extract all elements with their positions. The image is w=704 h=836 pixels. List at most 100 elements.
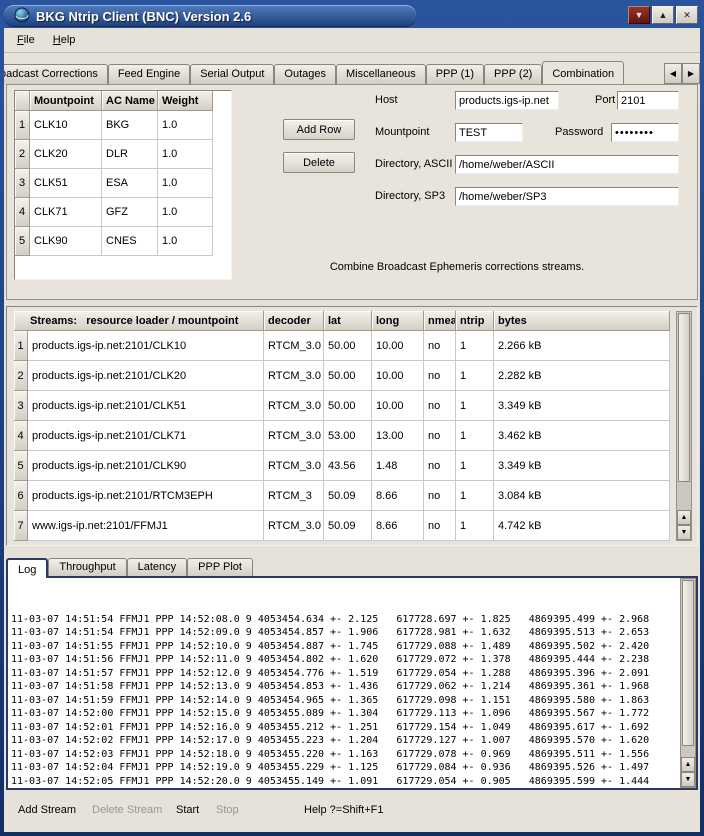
tab-ppp-plot[interactable]: PPP Plot xyxy=(187,558,253,576)
col-decoder[interactable]: decoder xyxy=(264,311,324,331)
stream-row[interactable]: 6 products.igs-ip.net:2101/RTCM3EPH RTCM… xyxy=(14,481,671,511)
tab-throughput[interactable]: Throughput xyxy=(48,558,126,576)
cell-mountpoint[interactable]: CLK71 xyxy=(30,198,102,227)
combination-row[interactable]: 4 CLK71 GFZ 1.0 xyxy=(15,198,231,227)
cell-mountpoint[interactable]: CLK90 xyxy=(30,227,102,256)
mountpoint-input[interactable] xyxy=(455,123,523,142)
cell-mountpoint[interactable]: CLK51 xyxy=(30,169,102,198)
maximize-icon[interactable]: ▲ xyxy=(652,6,674,24)
cell-lat[interactable]: 43.56 xyxy=(324,451,372,481)
cell-mountpoint[interactable]: CLK10 xyxy=(30,111,102,140)
cell-long[interactable]: 8.66 xyxy=(372,481,424,511)
cell-stream-name[interactable]: www.igs-ip.net:2101/FFMJ1 xyxy=(28,511,264,541)
titlebar[interactable]: BKG Ntrip Client (BNC) Version 2.6 ▼ ▲ ✕ xyxy=(4,4,700,28)
cell-decoder[interactable]: RTCM_3.0 xyxy=(264,511,324,541)
directory-sp3-input[interactable] xyxy=(455,187,679,206)
cell-weight[interactable]: 1.0 xyxy=(158,169,213,198)
stream-row[interactable]: 5 products.igs-ip.net:2101/CLK90 RTCM_3.… xyxy=(14,451,671,481)
scroll-up-icon[interactable]: ▲ xyxy=(681,757,695,772)
cell-ac-name[interactable]: GFZ xyxy=(102,198,158,227)
cell-stream-name[interactable]: products.igs-ip.net:2101/RTCM3EPH xyxy=(28,481,264,511)
col-mountpoint[interactable]: Mountpoint xyxy=(30,91,102,111)
cell-nmea[interactable]: no xyxy=(424,421,456,451)
combination-row[interactable]: 3 CLK51 ESA 1.0 xyxy=(15,169,231,198)
cell-ntrip[interactable]: 1 xyxy=(456,331,494,361)
cell-long[interactable]: 10.00 xyxy=(372,331,424,361)
cell-stream-name[interactable]: products.igs-ip.net:2101/CLK51 xyxy=(28,391,264,421)
log-output[interactable]: 11-03-07 14:51:54 FFMJ1 PPP 14:52:08.0 9… xyxy=(6,576,698,790)
tab-feed-engine[interactable]: Feed Engine xyxy=(108,64,190,84)
col-ac-name[interactable]: AC Name xyxy=(102,91,158,111)
stream-row[interactable]: 1 products.igs-ip.net:2101/CLK10 RTCM_3.… xyxy=(14,331,671,361)
cell-weight[interactable]: 1.0 xyxy=(158,111,213,140)
cell-long[interactable]: 13.00 xyxy=(372,421,424,451)
cell-ntrip[interactable]: 1 xyxy=(456,511,494,541)
streams-scrollbar[interactable]: ▲ ▼ xyxy=(676,311,692,541)
cell-nmea[interactable]: no xyxy=(424,511,456,541)
tab-log[interactable]: Log xyxy=(6,558,48,578)
log-scrollbar[interactable]: ▲ ▼ xyxy=(680,578,696,788)
cell-decoder[interactable]: RTCM_3.0 xyxy=(264,421,324,451)
start-button[interactable]: Start xyxy=(176,804,199,816)
cell-weight[interactable]: 1.0 xyxy=(158,227,213,256)
stream-row[interactable]: 4 products.igs-ip.net:2101/CLK71 RTCM_3.… xyxy=(14,421,671,451)
cell-lat[interactable]: 50.00 xyxy=(324,391,372,421)
tab-scroll-left-icon[interactable]: ◀ xyxy=(664,63,682,84)
cell-bytes[interactable]: 2.282 kB xyxy=(494,361,670,391)
cell-decoder[interactable]: RTCM_3.0 xyxy=(264,391,324,421)
cell-long[interactable]: 10.00 xyxy=(372,391,424,421)
col-lat[interactable]: lat xyxy=(324,311,372,331)
combination-table[interactable]: Mountpoint AC Name Weight 1 CLK10 BKG 1.… xyxy=(14,90,232,280)
scroll-down-icon[interactable]: ▼ xyxy=(677,525,691,540)
cell-weight[interactable]: 1.0 xyxy=(158,140,213,169)
cell-long[interactable]: 1.48 xyxy=(372,451,424,481)
cell-decoder[interactable]: RTCM_3.0 xyxy=(264,361,324,391)
cell-bytes[interactable]: 3.462 kB xyxy=(494,421,670,451)
cell-mountpoint[interactable]: CLK20 xyxy=(30,140,102,169)
col-ntrip[interactable]: ntrip xyxy=(456,311,494,331)
cell-long[interactable]: 10.00 xyxy=(372,361,424,391)
combination-row[interactable]: 2 CLK20 DLR 1.0 xyxy=(15,140,231,169)
cell-bytes[interactable]: 2.266 kB xyxy=(494,331,670,361)
scrollbar-thumb[interactable] xyxy=(678,313,690,482)
tab-latency[interactable]: Latency xyxy=(127,558,188,576)
col-nmea[interactable]: nmea xyxy=(424,311,456,331)
tab-miscellaneous[interactable]: Miscellaneous xyxy=(336,64,426,84)
tab-ppp-1[interactable]: PPP (1) xyxy=(426,64,484,84)
port-input[interactable] xyxy=(617,91,679,110)
delete-button[interactable]: Delete xyxy=(283,152,355,173)
host-input[interactable] xyxy=(455,91,559,110)
tab-combination[interactable]: Combination xyxy=(542,61,624,84)
cell-lat[interactable]: 50.09 xyxy=(324,511,372,541)
stream-row[interactable]: 7 www.igs-ip.net:2101/FFMJ1 RTCM_3.0 50.… xyxy=(14,511,671,541)
col-streams-resource[interactable]: Streams: resource loader / mountpoint xyxy=(14,311,264,331)
cell-ac-name[interactable]: ESA xyxy=(102,169,158,198)
scroll-down-icon[interactable]: ▼ xyxy=(681,772,695,787)
cell-nmea[interactable]: no xyxy=(424,361,456,391)
cell-lat[interactable]: 53.00 xyxy=(324,421,372,451)
cell-ntrip[interactable]: 1 xyxy=(456,481,494,511)
tab-outages[interactable]: Outages xyxy=(274,64,336,84)
combination-row[interactable]: 5 CLK90 CNES 1.0 xyxy=(15,227,231,256)
cell-stream-name[interactable]: products.igs-ip.net:2101/CLK20 xyxy=(28,361,264,391)
add-row-button[interactable]: Add Row xyxy=(283,119,355,140)
col-bytes[interactable]: bytes xyxy=(494,311,670,331)
directory-ascii-input[interactable] xyxy=(455,155,679,174)
close-icon[interactable]: ✕ xyxy=(676,6,698,24)
cell-stream-name[interactable]: products.igs-ip.net:2101/CLK10 xyxy=(28,331,264,361)
minimize-icon[interactable]: ▼ xyxy=(628,6,650,24)
cell-nmea[interactable]: no xyxy=(424,391,456,421)
tab-ppp-2[interactable]: PPP (2) xyxy=(484,64,542,84)
col-long[interactable]: long xyxy=(372,311,424,331)
combination-row[interactable]: 1 CLK10 BKG 1.0 xyxy=(15,111,231,140)
cell-decoder[interactable]: RTCM_3 xyxy=(264,481,324,511)
cell-bytes[interactable]: 3.349 kB xyxy=(494,391,670,421)
menu-help[interactable]: Help xyxy=(44,31,85,49)
cell-nmea[interactable]: no xyxy=(424,481,456,511)
cell-bytes[interactable]: 3.349 kB xyxy=(494,451,670,481)
tab-broadcast-corrections[interactable]: oadcast Corrections xyxy=(4,64,108,84)
cell-long[interactable]: 8.66 xyxy=(372,511,424,541)
password-input[interactable] xyxy=(611,123,679,142)
cell-ntrip[interactable]: 1 xyxy=(456,361,494,391)
cell-decoder[interactable]: RTCM_3.0 xyxy=(264,331,324,361)
